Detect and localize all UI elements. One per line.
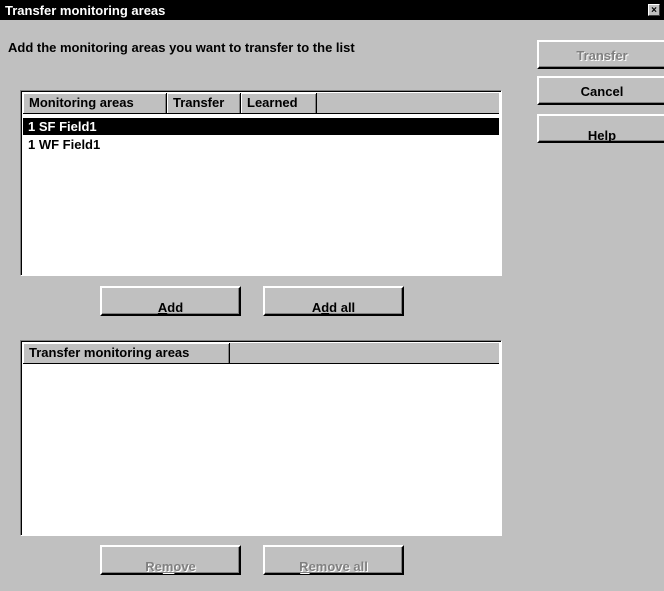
help-button-label: Help (587, 128, 617, 143)
transfer-button-label: Transfer (576, 48, 628, 63)
instruction-text: Add the monitoring areas you want to tra… (8, 40, 355, 55)
title-bar: Transfer monitoring areas × (0, 0, 664, 20)
add-button-label: Add (157, 300, 184, 315)
remove-button-label: Remove (145, 559, 196, 574)
transfer-list-header: Transfer monitoring areas (23, 343, 499, 364)
add-button[interactable]: Add (100, 286, 241, 316)
column-header-transfer-monitoring-areas[interactable]: Transfer monitoring areas (23, 343, 230, 363)
add-all-button-label: Add all (311, 300, 356, 315)
transfer-monitoring-areas-list[interactable]: Transfer monitoring areas (20, 340, 502, 536)
monitoring-areas-list-header: Monitoring areas Transfer Learned (23, 93, 499, 114)
monitoring-areas-list[interactable]: Monitoring areas Transfer Learned 1 SF F… (20, 90, 502, 276)
remove-all-button-label: Remove all (299, 559, 368, 574)
column-header-monitoring-areas[interactable]: Monitoring areas (23, 93, 167, 113)
help-button[interactable]: Help (537, 114, 664, 143)
list-item[interactable]: 1 WF Field1 (23, 136, 499, 153)
column-header-learned[interactable]: Learned (241, 93, 317, 113)
transfer-button[interactable]: Transfer (537, 40, 664, 69)
cancel-button-label: Cancel (580, 84, 624, 99)
window-title: Transfer monitoring areas (5, 3, 166, 18)
remove-all-button[interactable]: Remove all (263, 545, 404, 575)
column-header-transfer[interactable]: Transfer (167, 93, 241, 113)
remove-button[interactable]: Remove (100, 545, 241, 575)
list-item[interactable]: 1 SF Field1 (23, 118, 499, 135)
close-icon[interactable]: × (648, 4, 660, 16)
cancel-button[interactable]: Cancel (537, 76, 664, 105)
add-all-button[interactable]: Add all (263, 286, 404, 316)
